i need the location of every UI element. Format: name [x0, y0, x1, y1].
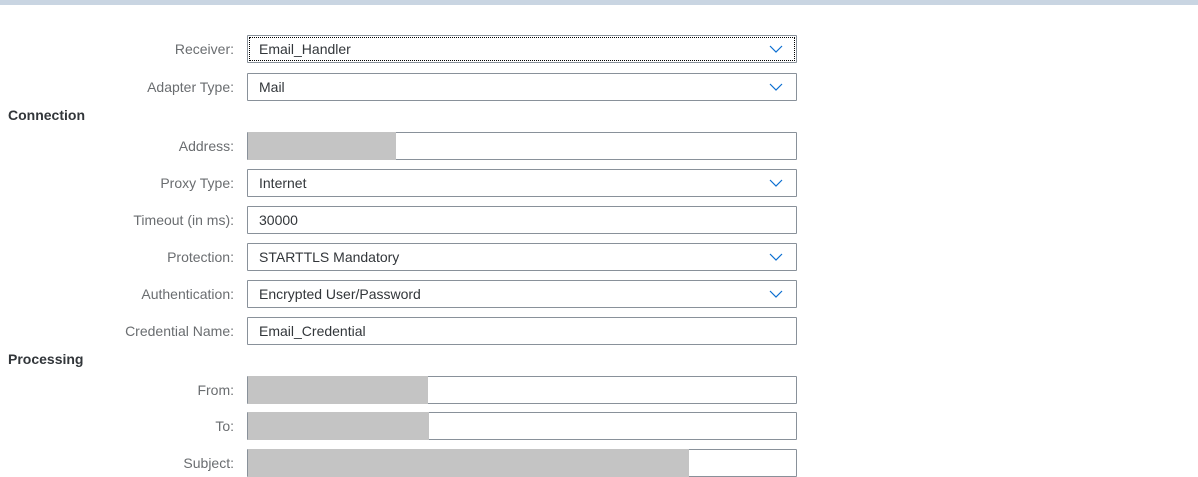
chevron-down-icon[interactable]	[768, 251, 784, 263]
timeout-label: Timeout (in ms):	[133, 212, 234, 228]
credential-name-value: Email_Credential	[259, 323, 366, 339]
adapter-type-row: Adapter Type: Mail	[0, 73, 800, 101]
from-row: From:	[0, 376, 800, 404]
adapter-type-select[interactable]: Mail	[247, 73, 797, 101]
authentication-select[interactable]: Encrypted User/Password	[247, 280, 797, 308]
receiver-row: Receiver: Email_Handler	[0, 35, 800, 63]
chevron-down-icon[interactable]	[768, 177, 784, 189]
credential-name-label: Credential Name:	[125, 323, 234, 339]
proxy-type-value: Internet	[259, 175, 307, 191]
authentication-row: Authentication: Encrypted User/Password	[0, 280, 800, 308]
to-input[interactable]	[247, 412, 797, 440]
adapter-type-label: Adapter Type:	[147, 79, 234, 95]
proxy-type-row: Proxy Type: Internet	[0, 169, 800, 197]
proxy-type-select[interactable]: Internet	[247, 169, 797, 197]
address-row: Address:	[0, 132, 800, 160]
top-bar	[0, 0, 1198, 5]
receiver-value: Email_Handler	[259, 41, 351, 57]
from-input[interactable]	[247, 376, 797, 404]
credential-name-row: Credential Name: Email_Credential	[0, 317, 800, 345]
address-input[interactable]	[247, 132, 797, 160]
chevron-down-icon[interactable]	[768, 81, 784, 93]
subject-label: Subject:	[183, 455, 234, 471]
authentication-value: Encrypted User/Password	[259, 286, 421, 302]
from-label: From:	[197, 382, 234, 398]
proxy-type-label: Proxy Type:	[160, 175, 234, 191]
protection-select[interactable]: STARTTLS Mandatory	[247, 243, 797, 271]
redacted-block	[248, 376, 428, 404]
redacted-block	[248, 449, 689, 477]
timeout-row: Timeout (in ms): 30000	[0, 206, 800, 234]
chevron-down-icon[interactable]	[768, 288, 784, 300]
timeout-value: 30000	[259, 212, 298, 228]
timeout-input[interactable]: 30000	[247, 206, 797, 234]
credential-name-input[interactable]: Email_Credential	[247, 317, 797, 345]
receiver-select[interactable]: Email_Handler	[247, 35, 797, 63]
adapter-type-value: Mail	[259, 79, 285, 95]
subject-input[interactable]	[247, 449, 797, 477]
section-connection: Connection	[8, 107, 85, 123]
redacted-block	[248, 132, 396, 160]
protection-value: STARTTLS Mandatory	[259, 249, 400, 265]
subject-row: Subject:	[0, 449, 800, 477]
protection-row: Protection: STARTTLS Mandatory	[0, 243, 800, 271]
chevron-down-icon[interactable]	[768, 43, 784, 55]
authentication-label: Authentication:	[141, 286, 234, 302]
to-row: To:	[0, 412, 800, 440]
receiver-label: Receiver:	[174, 41, 234, 57]
protection-label: Protection:	[167, 249, 234, 265]
to-label: To:	[215, 418, 234, 434]
section-processing: Processing	[8, 351, 84, 367]
redacted-block	[248, 412, 429, 440]
address-label: Address:	[178, 138, 234, 154]
